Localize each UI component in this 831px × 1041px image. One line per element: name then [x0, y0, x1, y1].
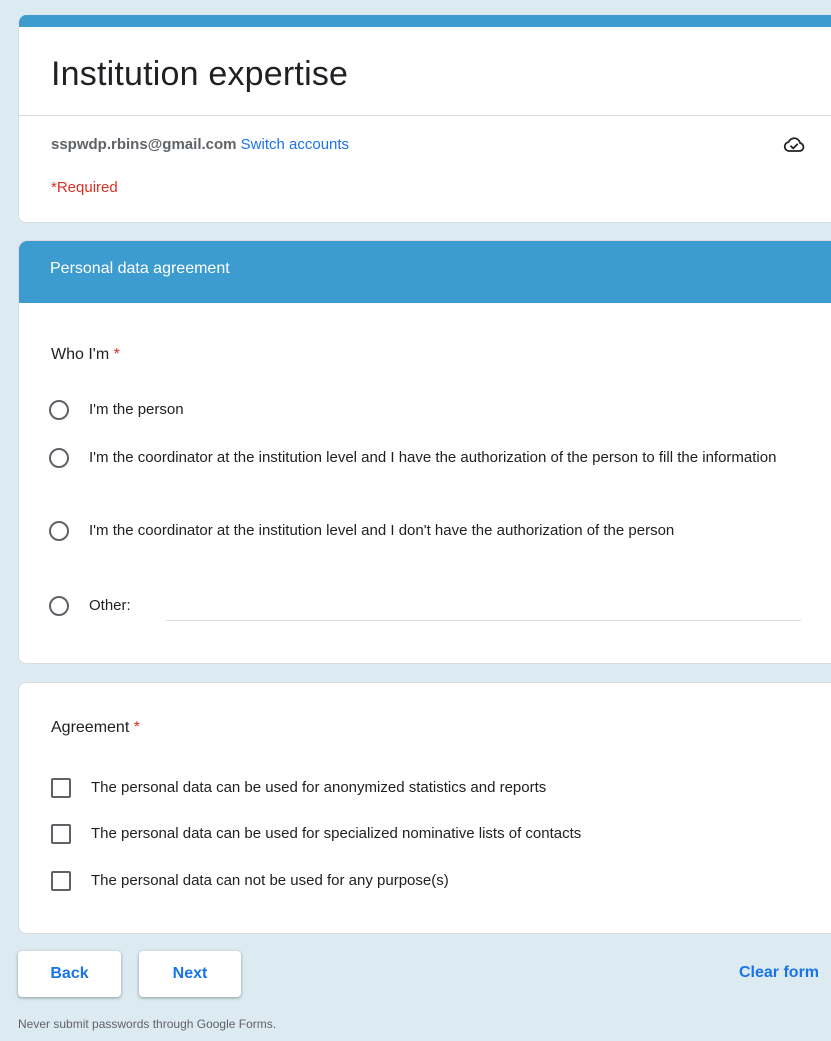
radio-button[interactable]: [49, 595, 69, 616]
radio-option-coordinator-authorized[interactable]: I'm the coordinator at the institution l…: [49, 447, 817, 468]
form-title-card: Institution expertise sspwdp.rbins@gmail…: [18, 15, 831, 223]
title-divider: [19, 115, 831, 116]
radio-option-label: I'm the coordinator at the institution l…: [89, 449, 777, 466]
radio-button[interactable]: [49, 520, 69, 541]
account-row: sspwdp.rbins@gmail.com Switch accounts: [51, 136, 349, 153]
agreement-card: Agreement * The personal data can be use…: [18, 682, 831, 934]
account-email: sspwdp.rbins@gmail.com: [51, 136, 237, 153]
checkbox-option-label: The personal data can be used for specia…: [91, 825, 582, 842]
radio-option-person[interactable]: I'm the person: [49, 399, 817, 420]
radio-button[interactable]: [49, 399, 69, 420]
checkbox[interactable]: [51, 777, 71, 798]
radio-option-coordinator-unauthorized[interactable]: I'm the coordinator at the institution l…: [49, 520, 817, 541]
radio-option-label: I'm the person: [89, 401, 184, 418]
checkbox[interactable]: [51, 823, 71, 844]
back-button[interactable]: Back: [18, 951, 121, 997]
radio-button[interactable]: [49, 447, 69, 468]
footer-note: Never submit passwords through Google Fo…: [18, 1017, 277, 1031]
section-header: Personal data agreement: [19, 241, 831, 303]
next-button[interactable]: Next: [139, 951, 241, 997]
checkbox-option-label: The personal data can be used for anonym…: [91, 779, 547, 796]
switch-accounts-link[interactable]: Switch accounts: [241, 136, 349, 153]
form-title: Institution expertise: [51, 55, 349, 93]
who-question-label: Who I'm: [51, 346, 110, 363]
checkbox-option-label: The personal data can not be used for an…: [91, 872, 449, 889]
section-card: Personal data agreement Who I'm * I'm th…: [18, 240, 831, 664]
who-question-title: Who I'm *: [51, 346, 120, 364]
radio-option-label: I'm the coordinator at the institution l…: [89, 522, 675, 539]
radio-option-other[interactable]: Other:: [49, 595, 131, 616]
checkbox-option-no-purpose[interactable]: The personal data can not be used for an…: [51, 870, 449, 891]
other-text-input[interactable]: [166, 620, 801, 621]
agreement-question-title: Agreement *: [51, 719, 140, 737]
title-accent-bar: [19, 15, 831, 27]
checkbox[interactable]: [51, 870, 71, 891]
checkbox-option-statistics[interactable]: The personal data can be used for anonym…: [51, 777, 546, 798]
radio-option-label: Other:: [89, 597, 131, 614]
checkbox-option-contacts[interactable]: The personal data can be used for specia…: [51, 823, 581, 844]
required-asterisk: *: [113, 346, 120, 363]
agreement-question-label: Agreement: [51, 719, 130, 736]
required-note: *Required: [51, 179, 118, 196]
required-asterisk: *: [133, 719, 140, 736]
clear-form-button[interactable]: Clear form: [739, 964, 819, 982]
cloud-done-icon: [783, 137, 805, 152]
